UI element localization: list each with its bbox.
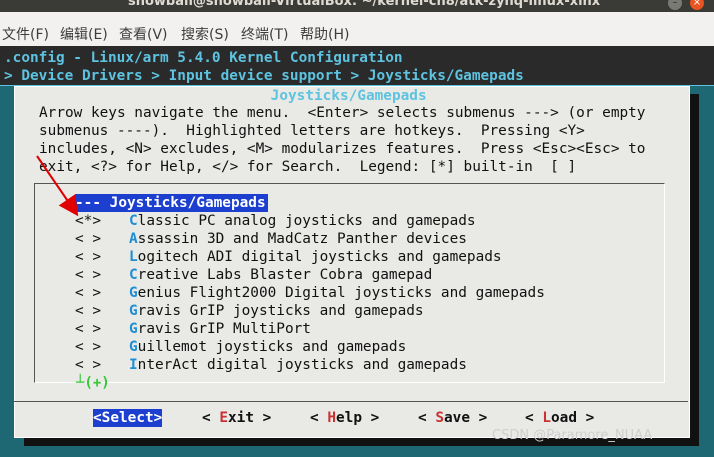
arrow-line — [36, 155, 79, 217]
annotation-arrow-icon — [36, 155, 79, 217]
